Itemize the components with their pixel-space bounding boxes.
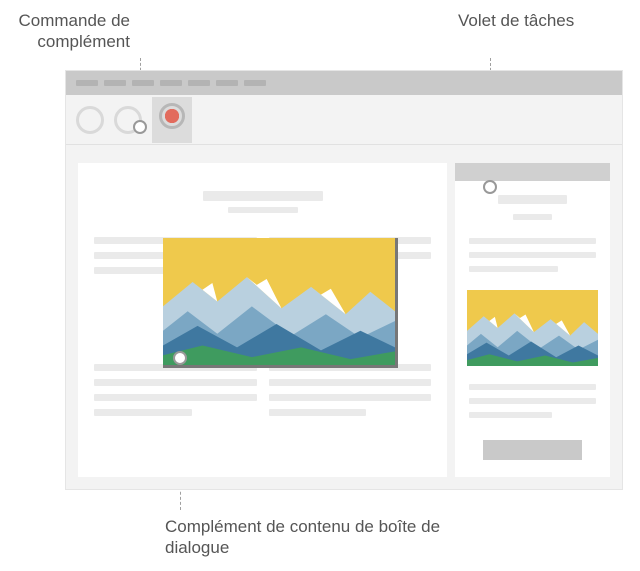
titlebar-segment xyxy=(244,80,266,86)
titlebar-segment xyxy=(160,80,182,86)
ribbon xyxy=(66,95,622,145)
placeholder-line xyxy=(469,238,596,244)
callout-marker xyxy=(173,351,187,365)
ribbon-button[interactable] xyxy=(76,106,104,134)
app-window xyxy=(65,70,623,490)
content-addin[interactable] xyxy=(163,238,398,368)
callout-marker xyxy=(483,180,497,194)
callout-marker xyxy=(133,120,147,134)
task-pane-button[interactable] xyxy=(483,440,582,460)
task-pane-header xyxy=(455,163,610,181)
placeholder-line xyxy=(228,207,298,213)
titlebar-segment xyxy=(76,80,98,86)
addin-command-icon xyxy=(159,103,185,129)
placeholder-line xyxy=(269,409,367,416)
titlebar-segment xyxy=(188,80,210,86)
document-canvas xyxy=(78,163,447,477)
titlebar-segment xyxy=(216,80,238,86)
mountain-illustration xyxy=(467,290,598,366)
placeholder-line xyxy=(469,266,558,272)
placeholder-line xyxy=(94,409,192,416)
label-addin-command: Commande de complément xyxy=(10,10,130,53)
task-pane-illustration xyxy=(467,290,598,366)
placeholder-line xyxy=(203,191,323,201)
label-content-addin: Complément de contenu de boîte de dialog… xyxy=(165,516,465,559)
titlebar-segment xyxy=(132,80,154,86)
placeholder-line xyxy=(469,252,596,258)
placeholder-line xyxy=(94,379,257,386)
addin-command-button[interactable] xyxy=(152,97,192,143)
placeholder-line xyxy=(513,214,551,220)
placeholder-line xyxy=(94,394,257,401)
task-pane[interactable] xyxy=(455,163,610,477)
placeholder-line xyxy=(269,394,432,401)
placeholder-line xyxy=(469,412,552,418)
titlebar-segment xyxy=(104,80,126,86)
title-bar xyxy=(66,71,622,95)
placeholder-line xyxy=(469,384,596,390)
placeholder-line xyxy=(269,379,432,386)
placeholder-line xyxy=(498,195,568,204)
placeholder-line xyxy=(469,398,596,404)
label-task-pane: Volet de tâches xyxy=(458,10,608,31)
mountain-illustration xyxy=(163,238,395,365)
